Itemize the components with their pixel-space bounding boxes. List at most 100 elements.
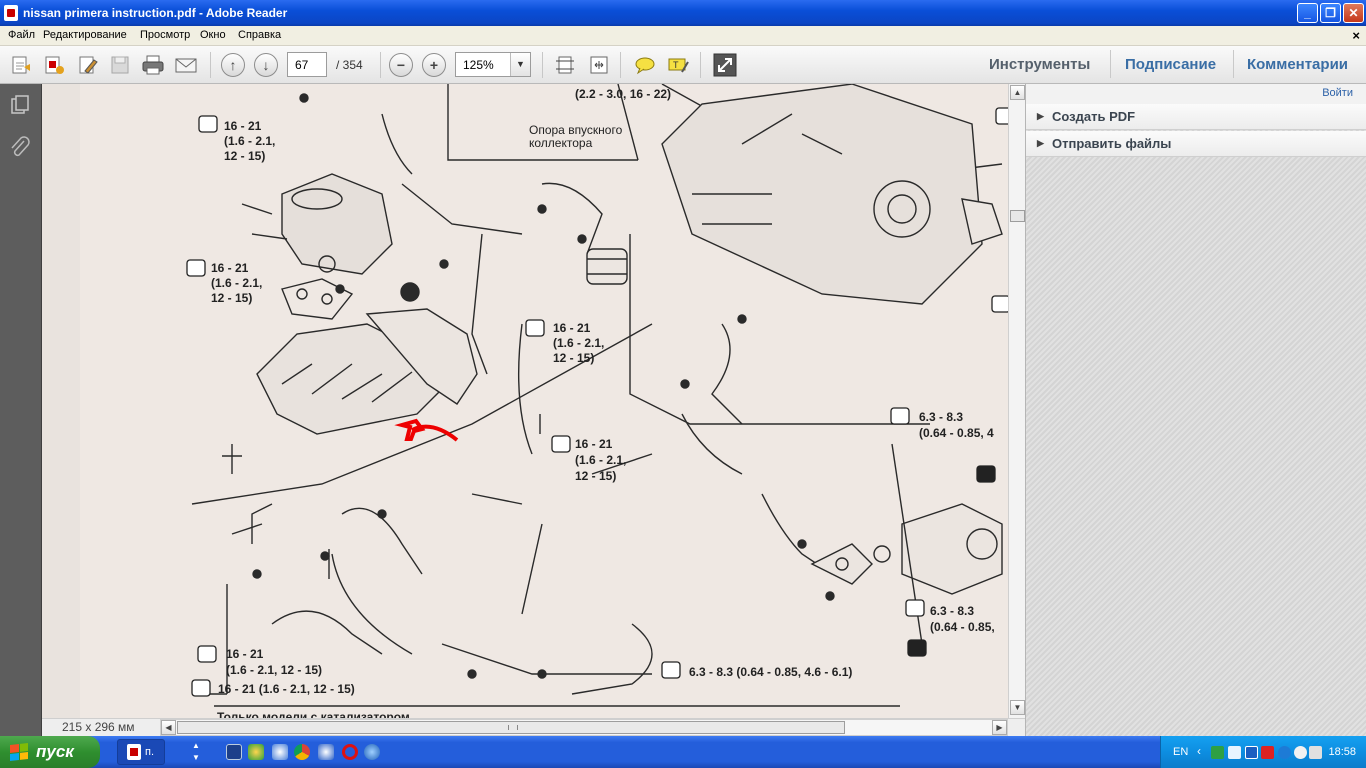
network-icon[interactable]: [1211, 746, 1224, 759]
status-bar: 215 x 296 мм ◀ ▶: [42, 718, 1025, 736]
edit-pdf-button[interactable]: [75, 52, 101, 78]
tab-divider: [1110, 50, 1111, 78]
svg-text:T: T: [673, 60, 679, 70]
create-pdf-icon: [45, 56, 64, 74]
open-file-button[interactable]: [8, 52, 34, 78]
start-button[interactable]: пуск: [0, 736, 100, 768]
document-view[interactable]: (2.2 - 3.0, 16 - 22) 16 - 21 (1.6 - 2.1,…: [42, 84, 1008, 718]
torque-label-top: (2.2 - 3.0, 16 - 22): [575, 87, 671, 101]
page-total-label: / 354: [336, 58, 363, 72]
save-button[interactable]: [107, 52, 133, 78]
antivirus-icon[interactable]: [1228, 746, 1241, 759]
tray-app-icon[interactable]: [1245, 746, 1258, 759]
comment-button[interactable]: [632, 52, 658, 78]
toolbar-divider: [210, 52, 211, 78]
torque-label-b: 6.3 - 8.3: [919, 410, 963, 424]
fit-width-icon: [590, 56, 608, 74]
attachment-icon[interactable]: [9, 136, 31, 160]
adobe-reader-icon: [127, 744, 141, 760]
volume-icon[interactable]: [1309, 746, 1322, 759]
expand-triangle-icon: ▶: [1037, 138, 1044, 148]
menu-window[interactable]: Окно: [200, 29, 226, 41]
tab-divider: [1233, 50, 1234, 78]
close-button[interactable]: ✕: [1343, 3, 1364, 23]
scroll-up-icon[interactable]: ▲: [1010, 85, 1025, 100]
restore-button[interactable]: ❐: [1320, 3, 1341, 23]
horizontal-scrollbar[interactable]: ◀ ▶: [160, 719, 1008, 736]
edit-pdf-icon: [79, 56, 98, 74]
arrow-down-icon: ↓: [254, 53, 278, 77]
navigation-pane: [0, 84, 42, 736]
zoom-out-button[interactable]: −: [388, 52, 414, 78]
quicklaunch-globe-icon[interactable]: [364, 744, 380, 760]
taskbar-scroll-arrows[interactable]: ▲ ▼: [190, 740, 202, 764]
scroll-left-icon[interactable]: ◀: [161, 720, 176, 735]
menu-help[interactable]: Справка: [238, 29, 281, 41]
full-screen-button[interactable]: [712, 52, 738, 78]
fit-width-button[interactable]: [586, 52, 612, 78]
tab-sign[interactable]: Подписание: [1125, 56, 1216, 73]
torque-label-c: 6.3 - 8.3: [930, 604, 974, 618]
quicklaunch-media-icon[interactable]: [248, 744, 264, 760]
quicklaunch-chrome-icon[interactable]: [294, 744, 310, 760]
torque-label-d: 6.3 - 8.3 (0.64 - 0.85, 4.6 - 6.1): [689, 665, 852, 679]
fit-page-button[interactable]: [552, 52, 578, 78]
toolbar-divider: [620, 52, 621, 78]
update-icon[interactable]: [1278, 746, 1291, 759]
quicklaunch-opera-icon[interactable]: [342, 744, 358, 760]
zoom-select[interactable]: 125% ▼: [455, 52, 531, 77]
security-icon[interactable]: [1261, 746, 1274, 759]
menu-bar: Файл Редактирование Просмотр Окно Справк…: [0, 26, 1366, 46]
window-title: nissan primera instruction.pdf - Adobe R…: [23, 6, 288, 20]
pages-panel-icon[interactable]: [9, 94, 31, 118]
horizontal-scroll-thumb[interactable]: [177, 721, 845, 734]
close-document-icon[interactable]: ×: [1352, 28, 1360, 43]
quicklaunch-folder-icon[interactable]: [318, 744, 334, 760]
tab-tools[interactable]: Инструменты: [989, 56, 1090, 73]
fit-page-icon: [556, 56, 574, 74]
torque-label-a1: 16 - 21: [224, 119, 262, 133]
torque-label-a3-2: (1.6 - 2.1,: [553, 336, 604, 350]
page-number-input[interactable]: 67: [287, 52, 327, 77]
create-pdf-label: Создать PDF: [1052, 109, 1136, 124]
expand-triangle-icon: ▶: [1037, 111, 1044, 121]
next-page-button[interactable]: ↓: [253, 52, 279, 78]
clock-sync-icon[interactable]: [1294, 746, 1307, 759]
create-pdf-section[interactable]: ▶ Создать PDF: [1026, 104, 1366, 130]
chevron-down-icon[interactable]: ▼: [510, 53, 530, 76]
vertical-scrollbar[interactable]: ▲ ▼: [1008, 84, 1025, 718]
quicklaunch-ie-icon[interactable]: [272, 744, 288, 760]
send-files-section[interactable]: ▶ Отправить файлы: [1026, 131, 1366, 157]
expand-icon: [713, 53, 737, 77]
print-button[interactable]: [140, 52, 166, 78]
torque-label-a4-2: (1.6 - 2.1,: [575, 453, 626, 467]
torque-label-c2: (0.64 - 0.85,: [930, 620, 995, 634]
scroll-down-icon[interactable]: ▼: [1010, 700, 1025, 715]
tab-comments[interactable]: Комментарии: [1247, 56, 1348, 73]
adobe-reader-icon: [4, 5, 18, 21]
menu-file[interactable]: Файл: [8, 29, 35, 41]
email-button[interactable]: [173, 52, 199, 78]
highlight-button[interactable]: T: [665, 52, 691, 78]
create-pdf-button[interactable]: [41, 52, 67, 78]
scroll-right-icon[interactable]: ▶: [992, 720, 1007, 735]
footer-caption: Только модели с катализатором: [217, 710, 410, 718]
zoom-in-button[interactable]: +: [421, 52, 447, 78]
panel-header: Войти: [1026, 84, 1366, 104]
menu-view[interactable]: Просмотр: [140, 29, 190, 41]
torque-label-a3: 16 - 21: [553, 321, 591, 335]
tray-expand-icon[interactable]: ‹: [1197, 744, 1201, 758]
language-indicator[interactable]: EN: [1173, 746, 1188, 758]
menu-edit[interactable]: Редактирование: [43, 29, 127, 41]
login-link[interactable]: Войти: [1322, 87, 1353, 99]
taskbar-adobe-reader[interactable]: п.: [117, 739, 165, 765]
previous-page-button[interactable]: ↑: [220, 52, 246, 78]
support-label-1: Опора впускного: [529, 123, 623, 137]
taskbar-item-label: п.: [145, 746, 155, 758]
minimize-button[interactable]: _: [1297, 3, 1318, 23]
system-tray: EN ‹ 18:58: [1160, 736, 1366, 768]
highlight-icon: T: [668, 58, 689, 73]
quicklaunch-save-icon[interactable]: [226, 744, 242, 760]
vertical-scroll-thumb[interactable]: [1010, 210, 1025, 222]
email-icon: [175, 58, 197, 73]
